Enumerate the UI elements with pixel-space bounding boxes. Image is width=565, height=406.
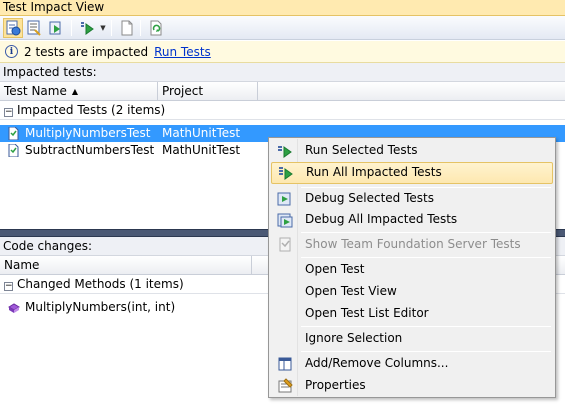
- context-menu: Run Selected Tests Run All Impacted Test…: [268, 137, 556, 398]
- sort-ascending-icon: ▲: [71, 87, 79, 96]
- properties-icon: [278, 378, 293, 393]
- run-tests-link[interactable]: Run Tests: [154, 45, 211, 59]
- column-project[interactable]: Project: [158, 82, 258, 101]
- run-tests-icon: [81, 22, 94, 35]
- debug-selected-icon: [277, 192, 291, 206]
- refresh-icon: [150, 20, 162, 36]
- toolbar-separator: [140, 20, 141, 36]
- menu-item-open-test-list-editor[interactable]: Open Test List Editor: [271, 303, 553, 325]
- menu-item-ignore-selection[interactable]: Ignore Selection: [271, 328, 553, 350]
- run-tests-dropdown-arrow[interactable]: ▼: [99, 18, 107, 38]
- menu-item-debug-all-impacted-tests[interactable]: Debug All Impacted Tests: [271, 209, 553, 231]
- menu-item-add-remove-columns[interactable]: Add/Remove Columns...: [271, 353, 553, 375]
- toolbar: ▼: [0, 16, 565, 40]
- run-tests-button[interactable]: [77, 18, 97, 38]
- columns-icon: [278, 357, 292, 371]
- method-name-cell: MultiplyNumbers(int, int): [25, 300, 176, 314]
- info-icon: i: [5, 45, 18, 58]
- toolbar-separator: [111, 20, 112, 36]
- impacted-tests-group-row[interactable]: − Impacted Tests (2 items): [0, 102, 565, 120]
- impacted-group-label: Impacted Tests (2 items): [17, 103, 166, 117]
- menu-separator: [301, 257, 551, 258]
- menu-separator: [301, 351, 551, 352]
- menu-item-run-selected-tests[interactable]: Run Selected Tests: [271, 140, 553, 162]
- run-all-icon: [279, 167, 293, 180]
- refresh-analysis-button[interactable]: [46, 18, 66, 38]
- menu-item-show-tfs-tests: Show Team Foundation Server Tests: [271, 234, 553, 256]
- impacted-tests-column-header: Test Name ▲ Project: [0, 82, 565, 101]
- column-name[interactable]: Name: [0, 256, 252, 275]
- impacted-tests-icon: [6, 20, 21, 36]
- impacted-tests-label: Impacted tests:: [0, 63, 565, 82]
- test-name-cell: MultiplyNumbersTest: [25, 126, 151, 140]
- menu-item-debug-selected-tests[interactable]: Debug Selected Tests: [271, 188, 553, 210]
- column-test-name[interactable]: Test Name ▲: [0, 82, 158, 101]
- document-icon: [121, 20, 133, 36]
- refresh-button[interactable]: [146, 18, 166, 38]
- open-test-button[interactable]: [117, 18, 137, 38]
- show-impacted-tests-button[interactable]: [3, 18, 23, 38]
- menu-separator: [301, 326, 551, 327]
- code-changes-icon: [27, 20, 41, 36]
- menu-item-properties[interactable]: Properties: [271, 375, 553, 397]
- collapse-icon[interactable]: −: [4, 282, 13, 291]
- test-file-icon: [8, 144, 19, 157]
- run-selected-icon: [278, 146, 292, 158]
- window-title: Test Impact View: [0, 0, 565, 16]
- changed-methods-group-label: Changed Methods (1 items): [17, 277, 184, 291]
- menu-item-run-all-impacted-tests[interactable]: Run All Impacted Tests: [271, 162, 553, 184]
- test-name-cell: SubtractNumbersTest: [25, 143, 155, 157]
- collapse-icon[interactable]: −: [4, 108, 13, 117]
- impact-message: 2 tests are impacted: [24, 44, 149, 59]
- method-icon: [8, 303, 20, 313]
- tfs-tests-icon: [279, 237, 291, 252]
- show-code-changes-button[interactable]: [24, 18, 44, 38]
- impact-info-bar: i 2 tests are impacted Run Tests: [0, 41, 565, 63]
- project-cell: MathUnitTest: [162, 143, 241, 157]
- analysis-icon: [49, 21, 61, 35]
- project-cell: MathUnitTest: [162, 126, 241, 140]
- menu-separator: [301, 232, 551, 233]
- menu-item-open-test-view[interactable]: Open Test View: [271, 281, 553, 303]
- debug-all-icon: [277, 213, 293, 228]
- test-file-icon: [8, 127, 19, 140]
- menu-item-open-test[interactable]: Open Test: [271, 259, 553, 281]
- toolbar-separator: [71, 20, 72, 36]
